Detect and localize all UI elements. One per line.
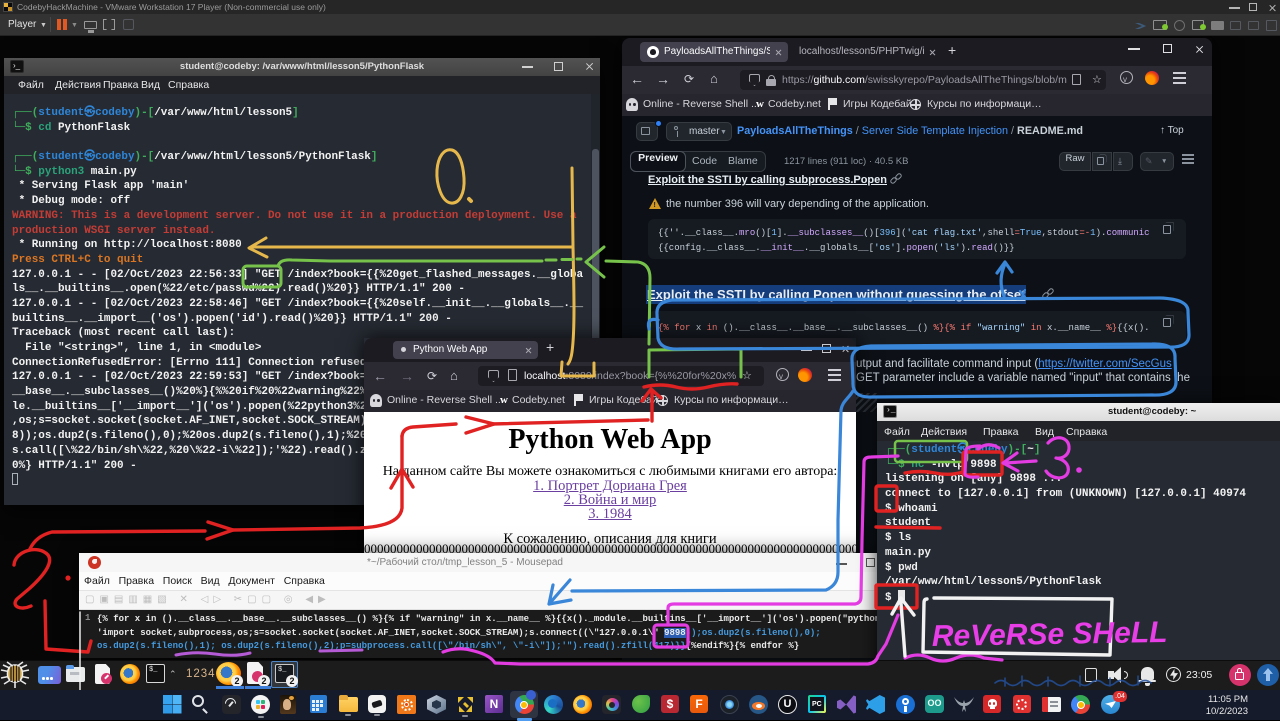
svg-text:ReVeRSe SHeLL: ReVeRSe SHeLL [932,616,1168,653]
